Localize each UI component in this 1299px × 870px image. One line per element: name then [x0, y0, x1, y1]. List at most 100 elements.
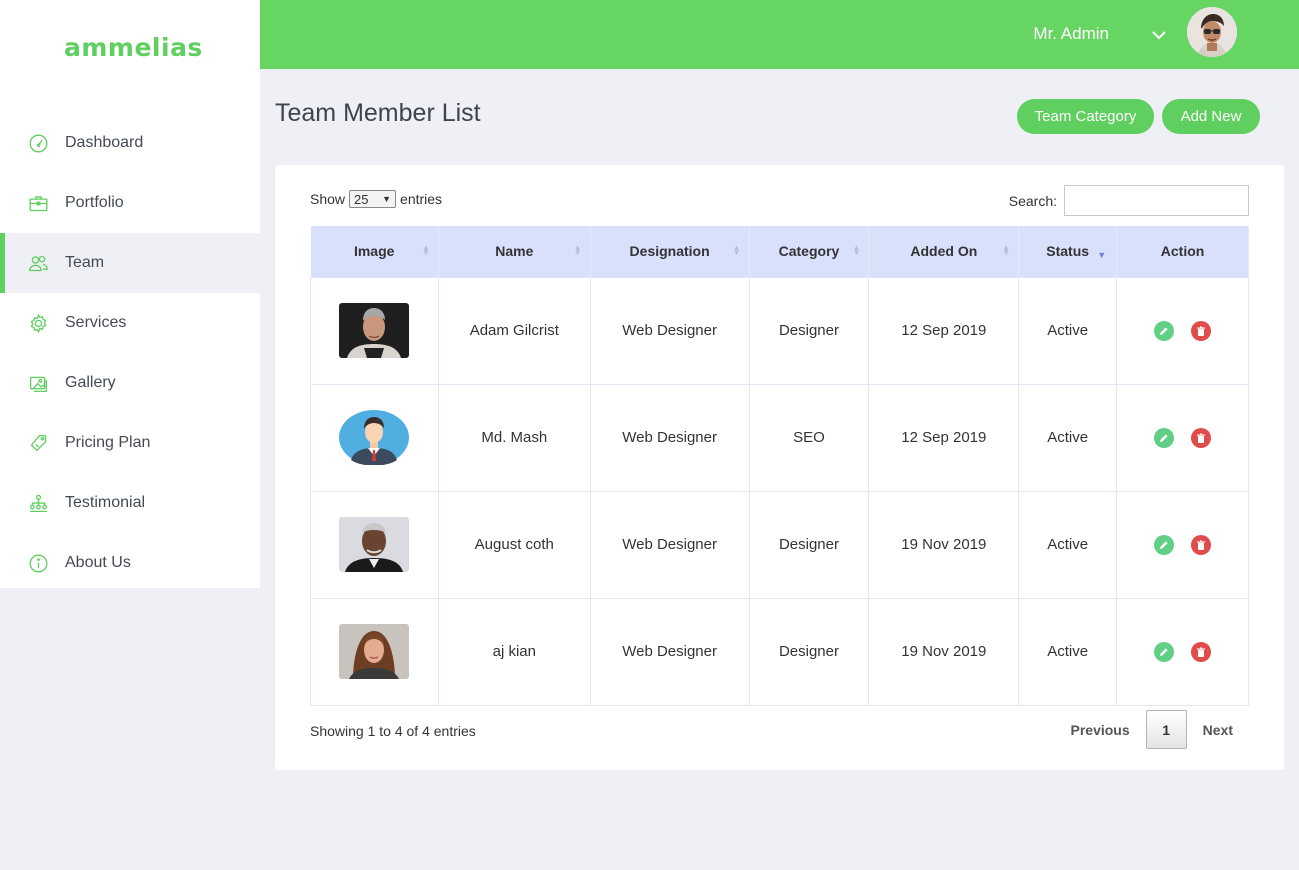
member-designation: Web Designer	[589, 383, 750, 492]
table-row: Adam Gilcrist Web Designer Designer 12 S…	[310, 276, 1249, 385]
sidebar-item-about-us[interactable]: About Us	[0, 533, 260, 593]
column-header-status[interactable]: Status ▼	[1018, 226, 1118, 277]
member-designation: Web Designer	[589, 490, 750, 599]
users-icon	[28, 253, 49, 274]
member-category: Designer	[748, 490, 870, 599]
sidebar-item-label: Gallery	[65, 374, 116, 391]
trash-icon[interactable]	[1190, 534, 1211, 555]
member-name: aj kian	[437, 597, 591, 706]
sidebar-item-label: Portfolio	[65, 194, 124, 211]
sidebar-item-dashboard[interactable]: Dashboard	[0, 113, 260, 173]
sidebar-item-label: About Us	[65, 554, 131, 571]
edit-icon[interactable]	[1154, 534, 1175, 555]
sort-icon: ▲ ▼	[573, 243, 582, 257]
sort-icon: ▲ ▼	[852, 243, 861, 257]
sort-descending-icon: ▼	[1097, 250, 1107, 260]
member-status: Active	[1018, 490, 1118, 599]
sidebar-item-testimonial[interactable]: Testimonial	[0, 473, 260, 533]
table-header-row: Image ▲ ▼ Name ▲ ▼ Designation ▲ ▼ Category ▲ ▼ …	[310, 226, 1249, 277]
user-name[interactable]: Mr. Admin	[1033, 24, 1109, 44]
edit-icon[interactable]	[1154, 427, 1175, 448]
sidebar-item-gallery[interactable]: Gallery	[0, 353, 260, 413]
member-designation: Web Designer	[589, 276, 750, 385]
dashboard-gauge-icon	[28, 133, 49, 154]
briefcase-icon	[28, 193, 49, 214]
entries-label: entries	[400, 191, 443, 207]
member-name: Adam Gilcrist	[437, 276, 591, 385]
team-category-button[interactable]: Team Category	[1017, 99, 1154, 134]
member-name: August coth	[437, 490, 591, 599]
image-icon	[28, 373, 49, 394]
entries-select[interactable]: 25 ▼	[349, 190, 397, 208]
trash-icon[interactable]	[1190, 427, 1211, 448]
sidebar-item-pricing-plan[interactable]: Pricing Plan	[0, 413, 260, 473]
sidebar: ammelias Dashboard Portfolio Team Servic…	[0, 0, 260, 588]
search-label: Search:	[1008, 192, 1057, 209]
member-photo	[339, 517, 410, 572]
sort-icon: ▲ ▼	[1002, 243, 1011, 257]
gear-icon	[28, 313, 49, 334]
member-photo	[339, 303, 410, 358]
column-header-category[interactable]: Category ▲ ▼	[749, 226, 870, 277]
trash-icon[interactable]	[1190, 320, 1211, 341]
column-header-name[interactable]: Name ▲ ▼	[438, 226, 591, 277]
pagination: Previous 1 Next	[1055, 710, 1250, 749]
sidebar-item-team[interactable]: Team	[0, 233, 260, 293]
price-tag-icon	[28, 433, 49, 454]
page-1-button[interactable]: 1	[1145, 710, 1187, 749]
sort-icon: ▲ ▼	[732, 243, 741, 257]
table-row: aj kian Web Designer Designer 19 Nov 201…	[310, 597, 1249, 706]
previous-page-button[interactable]: Previous	[1055, 722, 1146, 738]
avatar[interactable]	[1187, 7, 1237, 57]
trash-icon[interactable]	[1190, 641, 1211, 662]
member-status: Active	[1018, 383, 1118, 492]
table-row: August coth Web Designer Designer 19 Nov…	[310, 490, 1249, 599]
column-header-designation[interactable]: Designation ▲ ▼	[590, 226, 750, 277]
sidebar-item-label: Services	[65, 314, 127, 331]
member-status: Active	[1018, 597, 1118, 706]
member-status: Active	[1018, 276, 1118, 385]
member-added-on: 19 Nov 2019	[868, 597, 1020, 706]
column-header-added-on[interactable]: Added On ▲ ▼	[868, 226, 1020, 277]
sort-icon: ▲ ▼	[421, 243, 430, 257]
member-category: Designer	[748, 276, 870, 385]
dropdown-arrow-icon: ▼	[382, 194, 392, 204]
sidebar-item-label: Dashboard	[65, 134, 144, 151]
member-added-on: 12 Sep 2019	[868, 383, 1020, 492]
top-bar: Mr. Admin	[260, 0, 1299, 69]
search-control: Search:	[1009, 185, 1249, 216]
sidebar-nav: Dashboard Portfolio Team Services Galler…	[0, 113, 260, 593]
sidebar-item-label: Testimonial	[65, 494, 146, 511]
entries-value: 25	[354, 191, 369, 207]
org-chart-icon	[28, 493, 49, 514]
sidebar-item-label: Pricing Plan	[65, 434, 151, 451]
column-header-image[interactable]: Image ▲ ▼	[310, 226, 439, 277]
next-page-button[interactable]: Next	[1187, 722, 1249, 738]
table-info: Showing 1 to 4 of 4 entries	[310, 723, 476, 739]
member-category: Designer	[748, 597, 870, 706]
sidebar-item-services[interactable]: Services	[0, 293, 260, 353]
member-designation: Web Designer	[589, 597, 750, 706]
show-label: Show	[310, 191, 346, 207]
sidebar-item-portfolio[interactable]: Portfolio	[0, 173, 260, 233]
edit-icon[interactable]	[1154, 320, 1175, 341]
brand-logo[interactable]: ammelias	[64, 33, 203, 62]
edit-icon[interactable]	[1154, 641, 1175, 662]
page-title: Team Member List	[275, 99, 481, 127]
member-name: Md. Mash	[437, 383, 591, 492]
member-added-on: 12 Sep 2019	[868, 276, 1020, 385]
team-table-card: Show 25 ▼ entries Search: Image ▲ ▼ Name ▲ ▼…	[275, 165, 1284, 770]
member-category: SEO	[748, 383, 870, 492]
member-photo	[339, 624, 410, 679]
info-icon	[28, 553, 49, 574]
team-table: Image ▲ ▼ Name ▲ ▼ Designation ▲ ▼ Category ▲ ▼ …	[310, 226, 1249, 706]
search-input[interactable]	[1064, 185, 1249, 216]
column-header-action: Action	[1116, 226, 1249, 277]
member-added-on: 19 Nov 2019	[868, 490, 1020, 599]
sidebar-item-label: Team	[65, 254, 105, 271]
member-photo	[339, 410, 410, 465]
entries-length-control: Show 25 ▼ entries	[310, 190, 442, 208]
table-row: Md. Mash Web Designer SEO 12 Sep 2019 Ac…	[310, 383, 1249, 492]
add-new-button[interactable]: Add New	[1162, 99, 1260, 134]
chevron-down-icon[interactable]	[1150, 26, 1168, 44]
